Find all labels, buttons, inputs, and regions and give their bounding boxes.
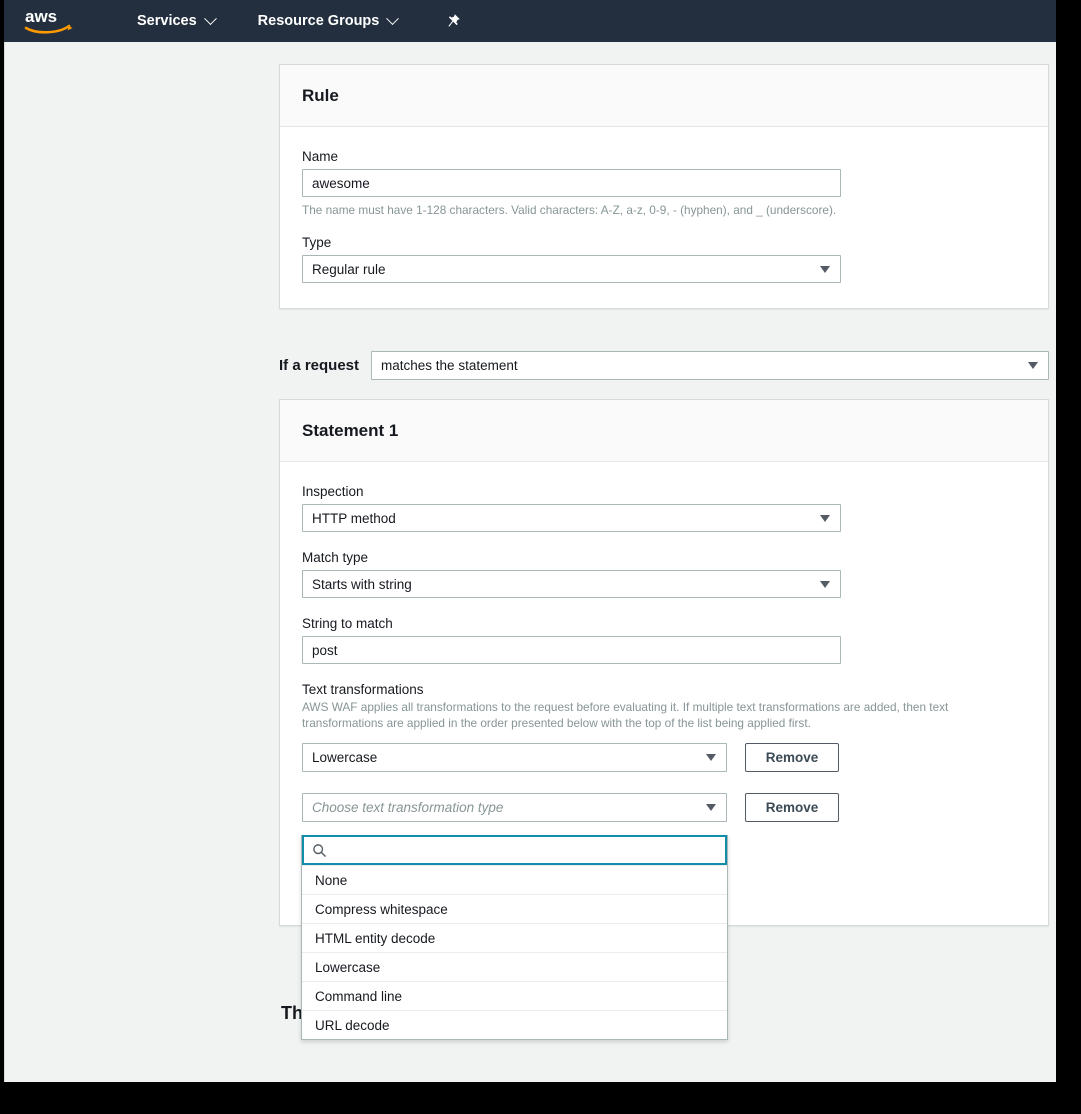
rule-type-select[interactable]: Regular rule bbox=[302, 255, 841, 284]
dropdown-option-label: None bbox=[315, 872, 348, 888]
rule-type-value: Regular rule bbox=[312, 261, 386, 277]
remove-transformation-button-1[interactable]: Remove bbox=[745, 742, 839, 772]
string-to-match-label: String to match bbox=[302, 616, 393, 631]
nav-services[interactable]: Services bbox=[131, 0, 221, 42]
chevron-down-icon bbox=[820, 265, 830, 273]
transformation-select-1[interactable]: Lowercase bbox=[302, 742, 727, 772]
dropdown-option-label: URL decode bbox=[315, 1017, 390, 1033]
statement-panel-body: Inspection HTTP method Match type Starts… bbox=[280, 462, 1048, 882]
inspection-value: HTTP method bbox=[312, 510, 396, 526]
transformation-row: Choose text transformation type Remove bbox=[302, 792, 1026, 822]
if-a-request-value: matches the statement bbox=[381, 358, 518, 373]
search-icon bbox=[312, 843, 327, 858]
page-left-rule bbox=[4, 42, 5, 1082]
remove-label-2: Remove bbox=[765, 799, 819, 815]
transformation-row: Lowercase Remove bbox=[302, 742, 1026, 772]
rule-type-label: Type bbox=[302, 235, 332, 251]
text-transformations-label: Text transformations bbox=[302, 682, 424, 697]
dropdown-option-lowercase[interactable]: Lowercase bbox=[302, 952, 727, 981]
statement-panel-header: Statement 1 bbox=[280, 400, 1048, 462]
below-panel-heading-text: Th bbox=[281, 1003, 303, 1023]
text-transformations-hint: AWS WAF applies all transformations to t… bbox=[302, 700, 949, 731]
rule-panel-body: Name awesome The name must have 1-128 ch… bbox=[280, 127, 1048, 305]
dropdown-search-row[interactable] bbox=[302, 835, 727, 865]
remove-transformation-button-2[interactable]: Remove bbox=[745, 792, 839, 822]
transformation-value-2: Choose text transformation type bbox=[312, 799, 504, 815]
string-to-match-value: post bbox=[312, 642, 338, 658]
chevron-down-icon bbox=[386, 11, 400, 25]
dropdown-option-label: HTML entity decode bbox=[315, 930, 436, 946]
rule-name-input[interactable]: awesome bbox=[302, 169, 841, 197]
dropdown-option-label: Compress whitespace bbox=[315, 901, 448, 917]
chevron-down-icon bbox=[1028, 362, 1038, 369]
rule-panel-header: Rule bbox=[280, 65, 1048, 127]
match-type-label: Match type bbox=[302, 550, 369, 565]
dropdown-option-html-entity-decode[interactable]: HTML entity decode bbox=[302, 923, 727, 952]
dropdown-option-none[interactable]: None bbox=[302, 865, 727, 894]
dropdown-option-label: Command line bbox=[315, 988, 403, 1004]
inspection-label: Inspection bbox=[302, 484, 364, 499]
chevron-down-icon bbox=[706, 753, 716, 761]
if-a-request-label: If a request bbox=[279, 357, 360, 374]
statement-panel-title: Statement 1 bbox=[302, 420, 399, 440]
string-to-match-input[interactable]: post bbox=[302, 636, 841, 664]
chevron-down-icon bbox=[820, 580, 830, 588]
text-transformation-dropdown: None Compress whitespace HTML entity dec… bbox=[301, 835, 728, 1040]
transformation-value-1: Lowercase bbox=[312, 749, 378, 765]
rule-panel-title: Rule bbox=[302, 85, 339, 105]
nav-resource-groups-label: Resource Groups bbox=[257, 13, 380, 29]
if-a-request-select[interactable]: matches the statement bbox=[371, 351, 1049, 380]
below-panel-heading: Th bbox=[281, 1003, 303, 1024]
remove-label-1: Remove bbox=[765, 749, 819, 765]
transformation-select-2[interactable]: Choose text transformation type bbox=[302, 792, 727, 822]
pin-icon bbox=[448, 13, 460, 27]
chevron-down-icon bbox=[203, 11, 217, 25]
dropdown-option-command-line[interactable]: Command line bbox=[302, 981, 727, 1010]
nav-services-label: Services bbox=[137, 13, 197, 29]
match-type-value: Starts with string bbox=[312, 576, 412, 592]
rule-panel: Rule Name awesome The name must have 1-1… bbox=[279, 64, 1049, 309]
nav-resource-groups[interactable]: Resource Groups bbox=[252, 0, 404, 42]
rule-name-hint: The name must have 1-128 characters. Val… bbox=[302, 203, 837, 217]
dropdown-option-url-decode[interactable]: URL decode bbox=[302, 1010, 727, 1039]
pin-button[interactable] bbox=[439, 0, 465, 42]
chevron-down-icon bbox=[706, 803, 716, 811]
dropdown-option-compress-whitespace[interactable]: Compress whitespace bbox=[302, 894, 727, 923]
aws-logo[interactable]: aws bbox=[22, 0, 76, 42]
chevron-down-icon bbox=[820, 514, 830, 522]
page-canvas: aws Services Resource Groups Rule Name a… bbox=[4, 0, 1056, 1082]
svg-text:aws: aws bbox=[25, 7, 57, 26]
aws-top-navigation: aws Services Resource Groups bbox=[4, 0, 1056, 42]
if-a-request-row: If a request matches the statement bbox=[279, 351, 1049, 380]
rule-name-label: Name bbox=[302, 149, 339, 164]
match-type-select[interactable]: Starts with string bbox=[302, 570, 841, 598]
rule-name-value: awesome bbox=[312, 175, 370, 191]
dropdown-option-label: Lowercase bbox=[315, 959, 381, 975]
inspection-select[interactable]: HTTP method bbox=[302, 504, 841, 532]
